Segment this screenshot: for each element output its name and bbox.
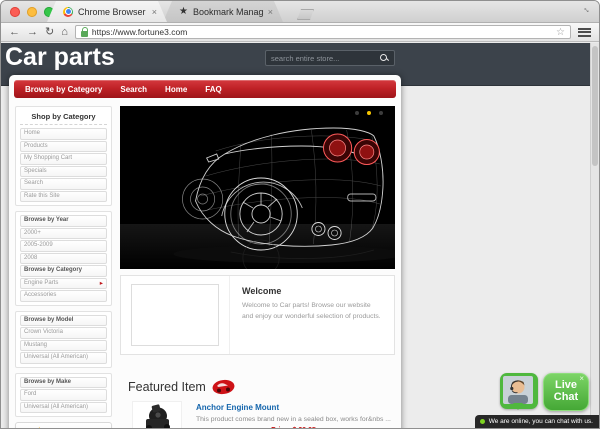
product-thumbnail[interactable] [132,401,182,429]
carousel-dot[interactable] [379,111,383,115]
welcome-text-area: Welcome Welcome to Car parts! Browse our… [229,276,394,354]
welcome-title: Welcome [242,286,382,296]
sidebar-item[interactable]: Crown Victoria [20,327,107,339]
chrome-logo-icon [63,7,73,17]
sidebar-item[interactable]: Browse by Model [20,315,107,327]
live-chat-widget: × Live Chat [500,373,589,411]
forward-button[interactable]: → [27,27,38,38]
tab-strip: Chrome Browser × ★ Bookmark Manager × [47,1,283,22]
store-search-box[interactable] [265,50,395,66]
search-icon[interactable] [380,54,389,63]
featured-title: Featured Item [128,380,206,394]
welcome-text: Welcome to Car parts! Browse our website… [242,301,382,322]
main-nav: Browse by Category Search Home FAQ [14,80,396,98]
new-tab-button[interactable] [297,9,314,20]
sidebar-item[interactable]: 2000+ [20,228,107,240]
sidebar-item[interactable]: Browse by Make [20,377,107,389]
tab-bookmark-manager[interactable]: ★ Bookmark Manager × [163,1,283,22]
welcome-image-placeholder [131,284,219,346]
menu-icon[interactable] [578,28,591,37]
live-chat-label: Live Chat [554,379,578,404]
bookmark-this-page-icon[interactable]: ☆ [556,27,565,38]
featured-car-badge-icon [212,379,235,395]
nav-link[interactable]: Browse by Category [25,85,102,94]
sheet-body: Shop by Category Home Products My Shoppi… [9,103,401,429]
browse-year-category-panel: Browse by Year 2000+ 2005-2009 2008 Brow… [15,211,112,306]
shop-category-panel: Shop by Category Home Products My Shoppi… [15,106,112,206]
address-bar[interactable]: https://www.fortune3.com ☆ [75,25,571,39]
browse-make-panel: Browse by Make Ford Universal (All Ameri… [15,373,112,418]
welcome-card: Welcome Welcome to Car parts! Browse our… [120,275,395,355]
scrollbar-thumb[interactable] [592,46,598,166]
tab-label: Bookmark Manager [193,7,263,17]
url-text[interactable]: https://www.fortune3.com [92,27,187,37]
sidebar: Shop by Category Home Products My Shoppi… [15,106,112,429]
reload-button[interactable]: ↻ [45,27,54,38]
online-status-text: We are online, you can chat with us. [489,418,593,425]
store-search-input[interactable] [271,54,380,63]
chat-close-icon[interactable]: × [579,374,584,383]
carousel-dots [355,111,383,115]
sidebar-item[interactable]: Rate this Site [20,191,107,203]
page-viewport: Car parts Browse by Category Search Home… [1,43,599,428]
sidebar-item[interactable]: Home [20,128,107,140]
sidebar-item[interactable]: 2008 [20,253,107,265]
page-sheet: Browse by Category Search Home FAQ Shop … [9,75,401,429]
chat-status-bar[interactable]: We are online, you can chat with us. [475,415,599,428]
browser-toolbar: ← → ↻ ⌂ https://www.fortune3.com ☆ [1,23,599,42]
sidebar-item[interactable]: Accessories [20,290,107,302]
browser-window: Chrome Browser × ★ Bookmark Manager × ↔ … [0,0,600,429]
featured-section: Featured Item [120,379,395,429]
sidebar-item[interactable]: Universal (All American) [20,352,107,364]
sidebar-item[interactable]: Browse by Category [20,265,107,277]
sidebar-item[interactable]: Search [20,178,107,190]
sidebar-item[interactable]: Engine Parts [20,278,107,290]
live-chat-button[interactable]: × Live Chat [543,373,589,411]
titlebar: Chrome Browser × ★ Bookmark Manager × ↔ [1,1,599,23]
sidebar-item[interactable]: Specials [20,166,107,178]
nav-link[interactable]: Home [165,85,187,94]
online-status-dot [480,419,485,424]
carousel-dot[interactable] [355,111,359,115]
tab-chrome-browser[interactable]: Chrome Browser × [47,1,167,22]
sidebar-item[interactable]: Ford [20,389,107,401]
product-name-link[interactable]: Anchor Engine Mount [196,403,391,412]
featured-header: Featured Item [120,379,395,395]
sidebar-item[interactable]: Products [20,141,107,153]
tab-close-icon[interactable]: × [268,7,277,17]
sidebar-item[interactable]: Universal (All American) [20,402,107,414]
carousel-dot-active[interactable] [367,111,371,115]
home-button[interactable]: ⌂ [61,27,68,38]
nav-link[interactable]: Search [120,85,147,94]
sidebar-item[interactable]: My Shopping Cart [20,153,107,165]
rate-site-button[interactable]: ★ Rate this Site [15,422,112,429]
product-description: This product comes brand new in a sealed… [196,416,391,423]
browse-model-panel: Browse by Model Crown Victoria Mustang U… [15,311,112,368]
ssl-lock-icon [81,31,88,37]
sidebar-item[interactable]: 2005-2009 [20,240,107,252]
close-window-button[interactable] [10,7,20,17]
product-info: Anchor Engine Mount This product comes b… [196,401,391,429]
bookmark-star-icon: ★ [179,7,188,17]
window-resize-icon[interactable]: ↔ [581,2,594,15]
car-wireframe-image [120,106,395,269]
scrollbar[interactable] [590,43,599,428]
sidebar-item[interactable]: Browse by Year [20,215,107,227]
featured-product-row: Anchor Engine Mount This product comes b… [120,401,395,429]
chat-agent-photo[interactable] [500,373,538,409]
minimize-window-button[interactable] [27,7,37,17]
main-content: Welcome Welcome to Car parts! Browse our… [120,106,395,429]
hero-banner [120,106,395,269]
tab-close-icon[interactable]: × [152,7,161,17]
sidebar-item[interactable]: Mustang [20,340,107,352]
shop-category-list: Home Products My Shopping Cart Specials … [20,128,107,202]
site-logo[interactable]: Car parts [5,43,115,72]
nav-link[interactable]: FAQ [205,85,221,94]
back-button[interactable]: ← [9,27,20,38]
panel-title: Shop by Category [20,110,107,125]
tab-label: Chrome Browser [78,7,146,17]
